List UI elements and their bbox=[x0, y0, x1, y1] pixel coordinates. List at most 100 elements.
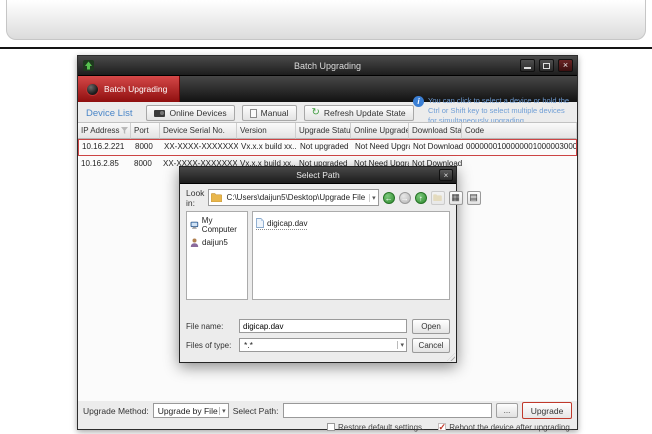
checkbox-checked-icon: ✓ bbox=[438, 421, 447, 432]
dialog-titlebar: Select Path × bbox=[180, 167, 456, 184]
close-icon: × bbox=[443, 170, 449, 180]
upgrade-method-label: Upgrade Method: bbox=[83, 405, 149, 416]
look-in-row: Look in: C:\Users\daijun5\Desktop\Upgrad… bbox=[186, 187, 481, 208]
upgrade-button[interactable]: Upgrade bbox=[522, 402, 572, 419]
place-my-computer[interactable]: My Computer bbox=[187, 214, 247, 236]
folder-icon bbox=[211, 193, 223, 202]
decorative-banner bbox=[6, 0, 646, 40]
hint-text: You can click to select a device or hold… bbox=[428, 96, 570, 125]
file-name-label: File name: bbox=[186, 321, 224, 331]
cell-version: Vx.x.x build xx... bbox=[241, 142, 297, 151]
maximize-button[interactable] bbox=[539, 59, 554, 72]
browse-button[interactable]: ... bbox=[496, 403, 518, 418]
table-row-selected[interactable]: 10.16.2.221 8000 XX-XXXX-XXXXXXXXX... Vx… bbox=[78, 139, 577, 156]
window-titlebar: Batch Upgrading × bbox=[78, 56, 577, 76]
grid-view-button[interactable]: ▦ bbox=[448, 190, 463, 205]
path-combobox[interactable]: C:\Users\daijun5\Desktop\Upgrade File ▾ bbox=[208, 189, 379, 206]
cell-port: 8000 bbox=[134, 159, 152, 168]
ribbon-tab-label: Batch Upgrading bbox=[104, 84, 168, 94]
place-daijun5[interactable]: daijun5 bbox=[187, 236, 247, 249]
col-online-upgrade[interactable]: Online Upgrade bbox=[351, 123, 409, 139]
online-devices-label: Online Devices bbox=[169, 108, 227, 118]
upgrade-method-select[interactable]: Upgrade by File ▾ bbox=[152, 403, 229, 418]
col-download-state[interactable]: Download State bbox=[409, 123, 462, 139]
file-name-input[interactable] bbox=[239, 319, 407, 333]
close-button[interactable]: × bbox=[558, 59, 573, 72]
list-view-button[interactable]: ▤ bbox=[466, 190, 481, 205]
forward-button[interactable]: → bbox=[398, 191, 411, 204]
cell-online-upgrade: Not Need Upgrade bbox=[355, 142, 410, 151]
path-value: C:\Users\daijun5\Desktop\Upgrade File bbox=[226, 193, 366, 202]
close-icon: × bbox=[562, 60, 569, 70]
col-upgrade-status[interactable]: Upgrade Status bbox=[296, 123, 351, 139]
restore-defaults-checkbox[interactable]: Restore default settings. bbox=[326, 422, 425, 432]
reboot-label: Reboot the device after upgrading. bbox=[449, 422, 572, 432]
refresh-label: Refresh Update State bbox=[323, 108, 406, 118]
cancel-button[interactable]: Cancel bbox=[412, 337, 450, 353]
maximize-icon bbox=[543, 62, 550, 69]
file-list: digicap.dav bbox=[252, 211, 450, 300]
files-of-type-label: Files of type: bbox=[186, 340, 232, 350]
manual-button[interactable]: Manual bbox=[241, 105, 297, 121]
files-of-type-value: *.* bbox=[244, 340, 253, 350]
divider-line bbox=[0, 47, 652, 49]
cell-code: 0000000100000001000003000000003a80... bbox=[466, 142, 576, 151]
table-header-row: IP Address Port Device Serial No. Versio… bbox=[78, 123, 577, 139]
file-item-digicap[interactable]: digicap.dav bbox=[256, 218, 308, 230]
parent-directory-button[interactable]: ↑ bbox=[414, 191, 427, 204]
open-button[interactable]: Open bbox=[412, 318, 450, 334]
tab-batch-upgrading[interactable]: Batch Upgrading bbox=[78, 76, 181, 102]
online-devices-button[interactable]: Online Devices bbox=[146, 105, 235, 121]
col-ip-address[interactable]: IP Address bbox=[78, 123, 131, 139]
new-folder-button[interactable] bbox=[430, 190, 445, 205]
place-label: daijun5 bbox=[202, 238, 228, 247]
new-folder-icon bbox=[433, 194, 442, 201]
computer-icon bbox=[190, 221, 199, 229]
manual-icon bbox=[249, 108, 257, 118]
look-in-label: Look in: bbox=[186, 187, 205, 208]
dialog-form: File name: Open Files of type: *.* ▾ Can… bbox=[186, 318, 450, 354]
col-version[interactable]: Version bbox=[237, 123, 296, 139]
place-label: My Computer bbox=[201, 216, 237, 234]
dialog-close-button[interactable]: × bbox=[439, 169, 453, 181]
restore-defaults-label: Restore default settings. bbox=[337, 422, 425, 432]
dialog-title: Select Path bbox=[296, 170, 340, 180]
chevron-down-icon: ▾ bbox=[369, 193, 376, 202]
cell-download-state: Not Download bbox=[413, 142, 463, 151]
manual-label: Manual bbox=[260, 108, 289, 118]
select-path-dialog: Select Path × Look in: C:\Users\daijun5\… bbox=[179, 166, 481, 363]
selection-hint: i You can click to select a device or ho… bbox=[413, 96, 571, 125]
refresh-update-state-button[interactable]: ↻ Refresh Update State bbox=[303, 105, 414, 121]
footer-options: Restore default settings. ✓ Reboot the d… bbox=[326, 421, 572, 433]
select-path-label: Select Path: bbox=[232, 405, 279, 416]
cell-ip: 10.16.2.221 bbox=[82, 142, 125, 151]
resize-grip[interactable] bbox=[447, 353, 455, 361]
minimize-button[interactable] bbox=[520, 59, 535, 72]
filter-icon[interactable] bbox=[121, 127, 128, 134]
cell-code bbox=[462, 156, 577, 172]
batch-upgrading-icon bbox=[86, 82, 99, 96]
info-icon: i bbox=[413, 96, 424, 107]
window-title: Batch Upgrading bbox=[293, 60, 362, 71]
file-name-row: File name: Open bbox=[186, 318, 450, 334]
reboot-after-upgrade-checkbox[interactable]: ✓ Reboot the device after upgrading. bbox=[438, 421, 572, 432]
batch-upgrading-window: Batch Upgrading × Batch Upgrading Device… bbox=[77, 55, 578, 433]
col-device-serial[interactable]: Device Serial No. bbox=[160, 123, 237, 139]
checkbox-unchecked-icon bbox=[326, 423, 335, 431]
select-path-input[interactable] bbox=[282, 403, 492, 418]
col-code[interactable]: Code bbox=[462, 123, 577, 139]
col-port[interactable]: Port bbox=[131, 123, 160, 139]
window-controls: × bbox=[520, 59, 573, 72]
cell-ip: 10.16.2.85 bbox=[81, 159, 119, 168]
cell-port: 8000 bbox=[135, 142, 153, 151]
files-of-type-select[interactable]: *.* ▾ bbox=[239, 338, 407, 352]
back-button[interactable]: ← bbox=[382, 191, 395, 204]
cell-serial: XX-XXXX-XXXXXXXXX... bbox=[164, 142, 238, 151]
screen: Batch Upgrading × Batch Upgrading Device… bbox=[0, 0, 652, 434]
device-icon bbox=[154, 109, 166, 117]
cell-upgrade-status: Not upgraded bbox=[300, 142, 349, 151]
chevron-down-icon: ▾ bbox=[397, 341, 404, 349]
upgrade-footer: Upgrade Method: Upgrade by File ▾ Select… bbox=[78, 401, 577, 420]
minimize-icon bbox=[524, 67, 531, 69]
device-list-label: Device List bbox=[86, 107, 133, 119]
